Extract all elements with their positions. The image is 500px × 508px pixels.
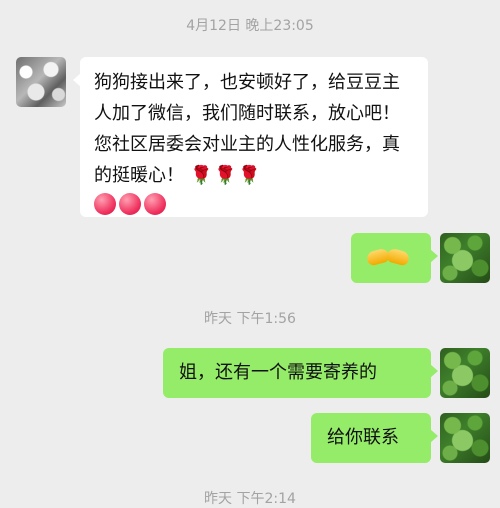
user-avatar[interactable] <box>440 348 490 398</box>
outgoing-emoji-message-bubble[interactable] <box>351 233 438 283</box>
handshake-icon <box>351 233 431 283</box>
heart-icon <box>94 193 116 215</box>
timestamp-bottom: 昨天 下午2:14 <box>204 491 296 507</box>
sender-avatar[interactable] <box>16 57 66 107</box>
rose-icon: 🌹 <box>214 165 237 186</box>
heart-row <box>94 193 414 217</box>
outgoing-message-bubble[interactable]: 给你联系 <box>311 413 438 463</box>
rose-icon: 🌹 <box>238 165 261 186</box>
timestamp-middle: 昨天 下午1:56 <box>204 311 296 327</box>
outgoing-message-text: 姐，还有一个需要寄养的 <box>179 362 377 383</box>
outgoing-message-text: 给你联系 <box>327 427 399 448</box>
user-avatar[interactable] <box>440 233 490 283</box>
rose-icon: 🌹 <box>190 165 213 186</box>
user-avatar[interactable] <box>440 413 490 463</box>
outgoing-message-bubble[interactable]: 姐，还有一个需要寄养的 <box>163 348 438 398</box>
heart-icon <box>144 193 166 215</box>
timestamp-top: 4月12日 晚上23:05 <box>186 18 314 34</box>
incoming-message-bubble[interactable]: 狗狗接出来了，也安顿好了，给豆豆主人加了微信，我们随时联系，放心吧！您社区居委会… <box>73 57 428 217</box>
heart-icon <box>119 193 141 215</box>
